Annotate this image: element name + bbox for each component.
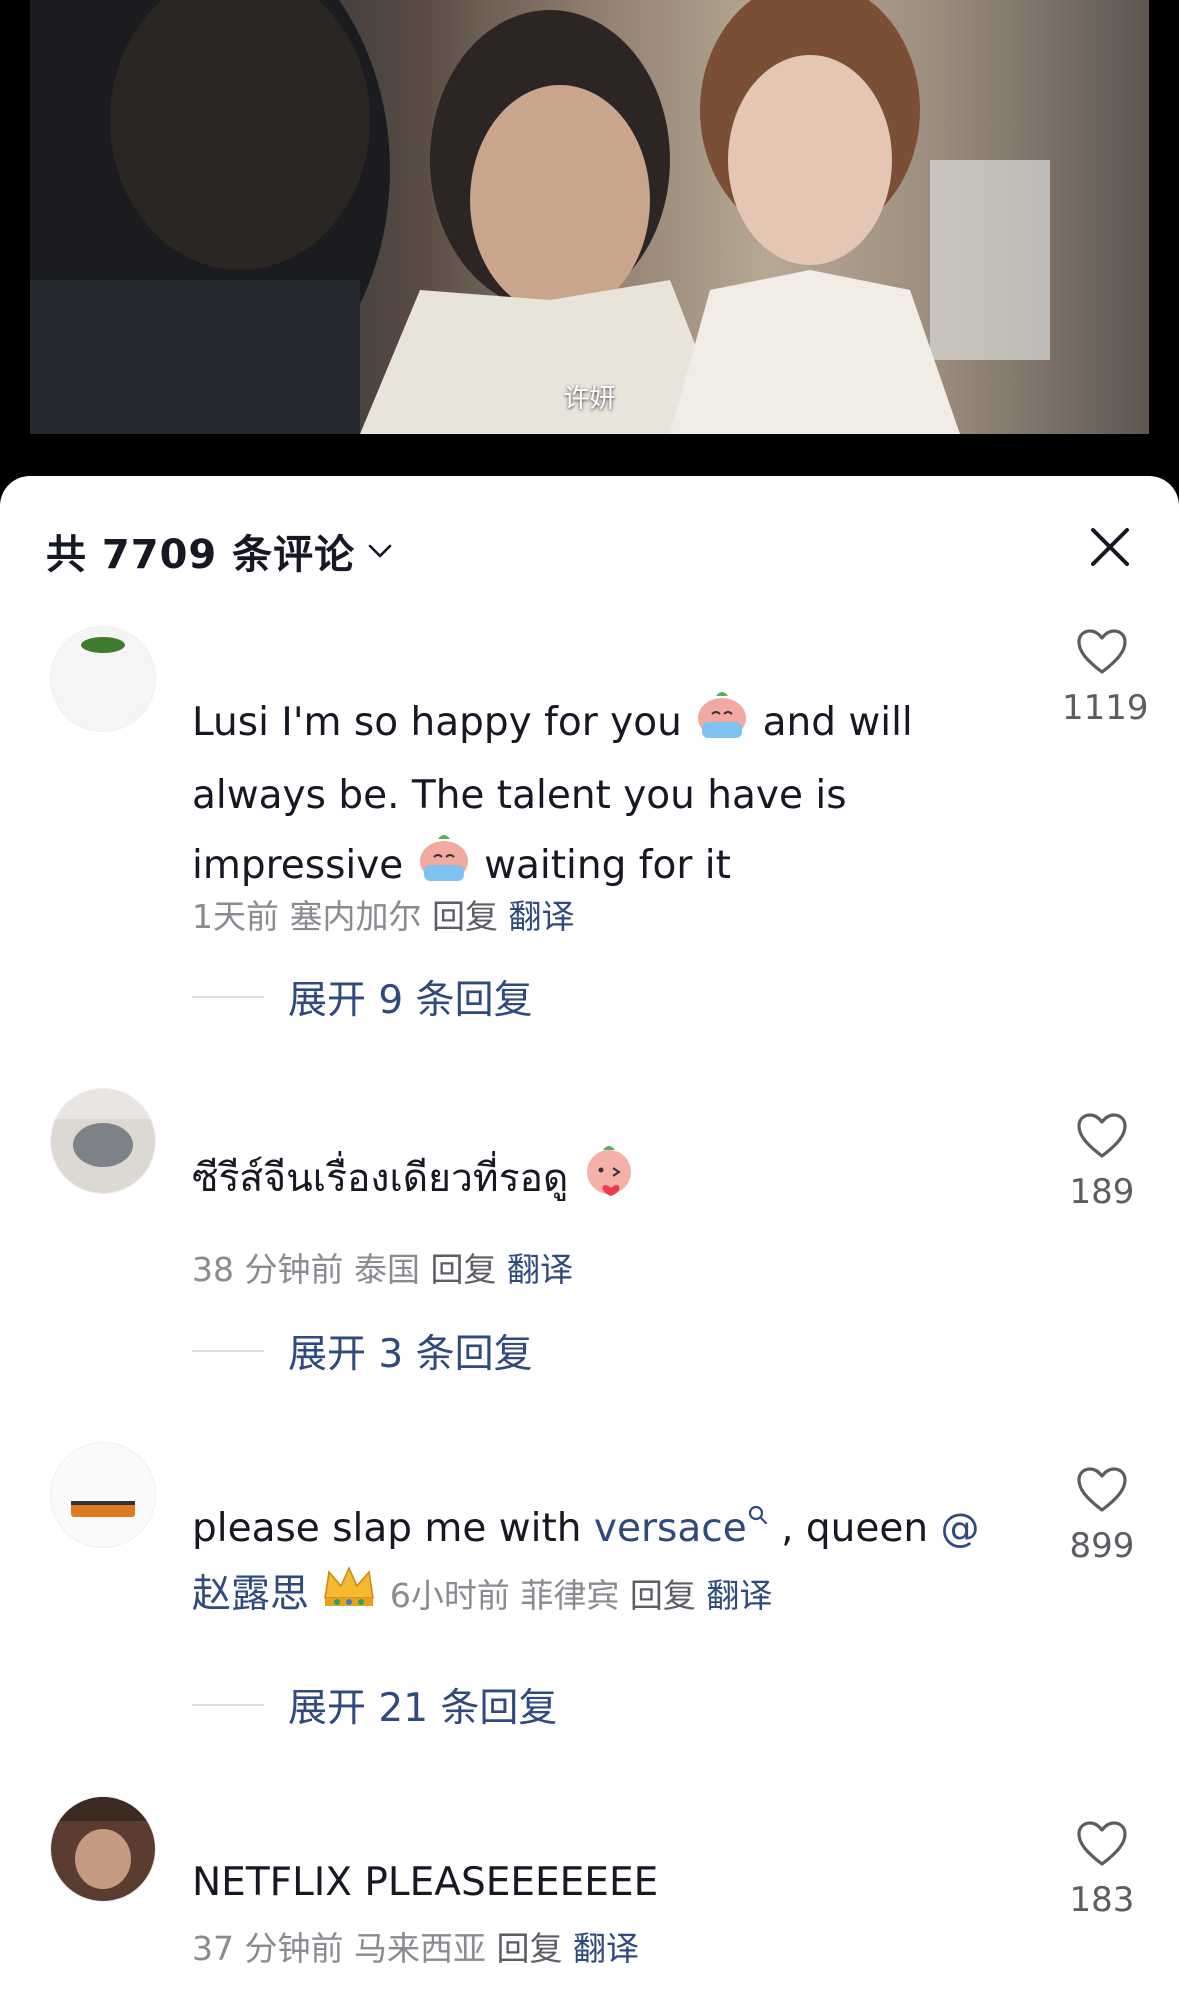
translate-button[interactable]: 翻译 <box>573 1929 639 1968</box>
reply-button[interactable]: 回复 <box>432 897 498 936</box>
heart-icon <box>1077 1113 1127 1158</box>
expand-replies-label: 展开 9 条回复 <box>288 978 533 1023</box>
divider <box>192 1350 264 1352</box>
heart-icon <box>1077 1821 1127 1866</box>
search-icon <box>748 1505 767 1525</box>
like-button[interactable]: 1119 <box>1062 628 1149 728</box>
chevron-down-icon[interactable] <box>367 542 393 560</box>
comment-location: 菲律宾 <box>520 1576 620 1615</box>
like-count: 189 <box>1069 1172 1135 1212</box>
like-count: 1119 <box>1062 688 1149 728</box>
avatar[interactable] <box>50 1796 156 1902</box>
comments-count-title: 共 7709 条评论 <box>46 532 356 578</box>
comment-location: 马来西亚 <box>353 1929 486 1968</box>
comment-meta: 1天前 塞内加尔 回复 翻译 <box>192 884 1012 950</box>
expand-replies-label: 展开 21 条回复 <box>288 1686 558 1731</box>
reply-button[interactable]: 回复 <box>496 1929 562 1968</box>
comment-location: 塞内加尔 <box>289 897 422 936</box>
comment-time: 1天前 <box>192 897 279 936</box>
comment-text: ซีรีส์จีนเรื่องเดียวที่รอดู <box>192 1156 569 1201</box>
avatar[interactable] <box>50 1088 156 1194</box>
comments-sheet: 共 7709 条评论 Lusi I'm so happy for you and… <box>0 476 1179 1991</box>
divider <box>192 1704 264 1706</box>
like-button[interactable]: 183 <box>1062 1820 1142 1920</box>
kiss-heart-emoji-icon <box>581 1142 637 1219</box>
comment-text: please slap me with <box>192 1506 594 1551</box>
comment-text: Lusi I'm so happy for you <box>192 700 695 745</box>
crown-emoji-icon <box>321 1562 377 1631</box>
comment-meta: 37 分钟前 马来西亚 回复 翻译 <box>192 1916 1012 1982</box>
comment-text: NETFLIX PLEASEEEEEEE <box>192 1860 659 1905</box>
comment-meta: 38 分钟前 泰国 回复 翻译 <box>192 1237 1012 1303</box>
translate-button[interactable]: 翻译 <box>507 1250 573 1289</box>
reply-button[interactable]: 回复 <box>630 1576 696 1615</box>
video-frame <box>30 0 1149 434</box>
comment-body[interactable]: Lusi I'm so happy for you and will alway… <box>192 686 1012 906</box>
search-link[interactable]: versace <box>594 1505 769 1551</box>
comment-body[interactable]: please slap me with versace , queen @赵露思… <box>192 1496 1012 1631</box>
video-subtitle: 许妍 <box>563 384 616 414</box>
expand-replies-button[interactable]: 展开 9 条回复 <box>192 969 533 1025</box>
comment-time: 38 分钟前 <box>192 1250 344 1289</box>
like-button[interactable]: 899 <box>1062 1466 1142 1566</box>
like-button[interactable]: 189 <box>1062 1112 1142 1212</box>
comment-time: 6小时前 <box>389 1576 510 1615</box>
comment-body[interactable]: ซีรีส์จีนเรื่องเดียวที่รอดู <box>192 1142 1012 1219</box>
comment-location: 泰国 <box>353 1250 420 1289</box>
heart-icon <box>1077 629 1127 674</box>
reply-button[interactable]: 回复 <box>430 1250 496 1289</box>
comment-meta: 6小时前 菲律宾 回复 翻译 <box>390 1576 773 1615</box>
like-count: 183 <box>1069 1880 1135 1920</box>
like-count: 899 <box>1069 1526 1135 1566</box>
comment-text: waiting for it <box>471 843 731 888</box>
expand-replies-button[interactable]: 展开 3 条回复 <box>192 1323 533 1379</box>
crying-emoji-icon <box>694 686 750 763</box>
close-icon[interactable] <box>1085 522 1135 572</box>
translate-button[interactable]: 翻译 <box>706 1576 772 1615</box>
comment-body[interactable]: NETFLIX PLEASEEEEEEE <box>192 1850 1012 1916</box>
avatar[interactable] <box>50 626 156 732</box>
expand-replies-button[interactable]: 展开 21 条回复 <box>192 1677 557 1733</box>
comments-header[interactable]: 共 7709 条评论 <box>46 516 393 586</box>
avatar[interactable] <box>50 1442 156 1548</box>
heart-icon <box>1077 1467 1127 1512</box>
translate-button[interactable]: 翻译 <box>509 897 575 936</box>
comment-time: 37 分钟前 <box>192 1929 344 1968</box>
divider <box>192 996 264 998</box>
video-player[interactable]: 许妍 <box>0 0 1179 490</box>
expand-replies-label: 展开 3 条回复 <box>288 1332 533 1377</box>
comment-text: , queen <box>768 1506 941 1551</box>
